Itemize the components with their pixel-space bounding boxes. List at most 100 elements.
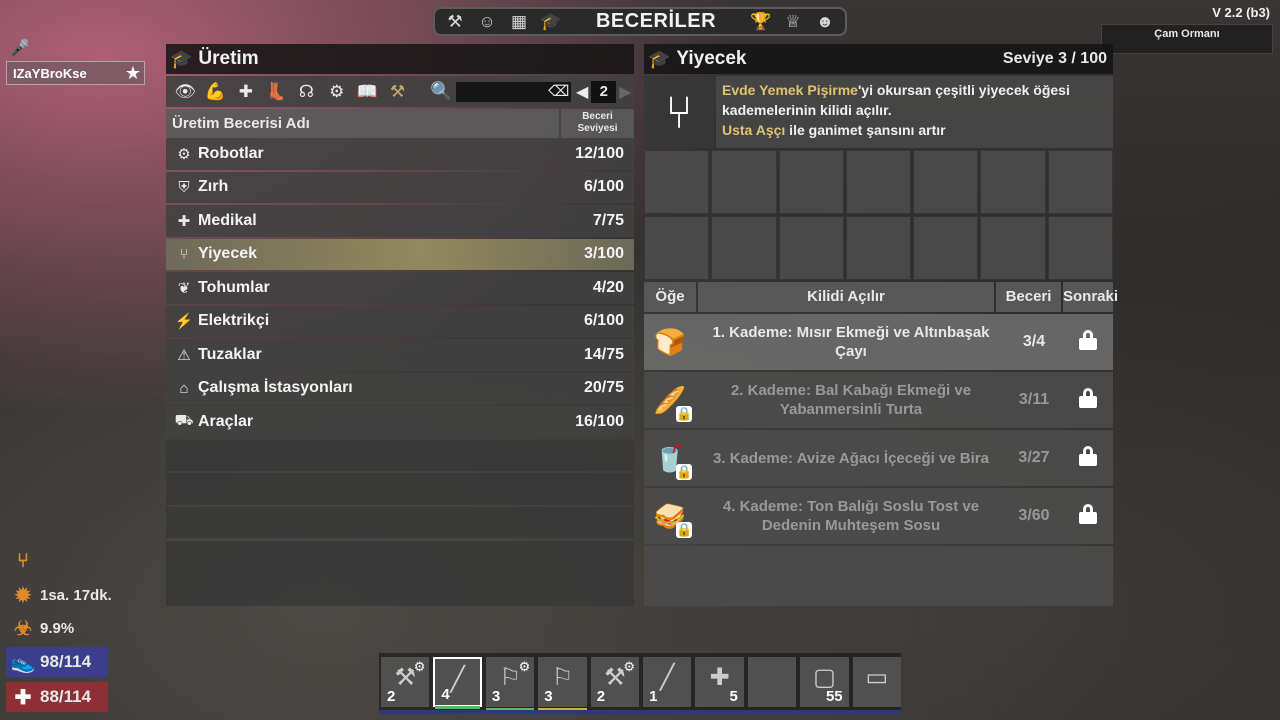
party-icon[interactable]: ☻ bbox=[811, 11, 839, 33]
book-slot[interactable] bbox=[711, 150, 777, 214]
skill-category-icon: ✚ bbox=[177, 212, 191, 230]
book-slot[interactable] bbox=[913, 216, 979, 280]
column-skill-name[interactable]: Üretim Becerisi Adı bbox=[166, 109, 559, 138]
gear-icon[interactable]: ⚙ bbox=[322, 82, 352, 102]
mod-icon: ⚙ bbox=[623, 659, 636, 674]
skill-row[interactable]: ⌂ Çalışma İstasyonları 20/75 bbox=[166, 372, 634, 404]
skill-row[interactable]: ✚ Medikal 7/75 bbox=[166, 205, 634, 237]
book-slot[interactable] bbox=[778, 150, 844, 214]
book-slot[interactable] bbox=[845, 150, 912, 214]
book-slot[interactable] bbox=[1047, 216, 1113, 280]
next-lock-icon bbox=[1062, 503, 1113, 529]
toolbelt-slot[interactable]: ▭ bbox=[852, 657, 902, 707]
search-input[interactable] bbox=[455, 81, 546, 102]
column-skill-level[interactable]: Beceri Seviyesi bbox=[561, 109, 634, 138]
book-slot-grid bbox=[644, 150, 1113, 280]
brain-icon[interactable]: ☊ bbox=[291, 82, 321, 102]
book-slot[interactable] bbox=[644, 216, 710, 280]
lock-icon: 🔒 bbox=[676, 464, 693, 480]
skill-category-icon: ⛟ bbox=[174, 412, 194, 430]
buff-icon: ✹ bbox=[14, 584, 32, 607]
book-slot[interactable] bbox=[980, 216, 1046, 280]
strength-icon[interactable]: 💪 bbox=[200, 82, 230, 102]
book-slot[interactable] bbox=[980, 150, 1046, 214]
hammer-icon[interactable]: ⚒ bbox=[441, 11, 469, 33]
item-count: 1 bbox=[649, 688, 658, 705]
skill-name: Tohumlar bbox=[198, 278, 270, 296]
skill-row[interactable]: ⚡ Elektrikçi 6/100 bbox=[166, 305, 634, 337]
skill-row[interactable]: ⚙ Robotlar 12/100 bbox=[166, 138, 634, 170]
book-slot[interactable] bbox=[711, 216, 777, 280]
toolbelt-slot[interactable]: ╱ 4 bbox=[433, 657, 482, 709]
bread-icon: 🍞 bbox=[653, 326, 687, 357]
unlock-tier-row[interactable]: 🥤 🔒 3. Kademe: Avize Ağacı İçeceği ve Bira… bbox=[644, 430, 1113, 486]
challenges-icon[interactable]: 🏆 bbox=[747, 11, 775, 33]
eye-icon[interactable]: 👁 bbox=[170, 82, 200, 102]
unlock-tier-row[interactable]: 🍞 1. Kademe: Mısır Ekmeği ve Altınbaşak Ç… bbox=[644, 314, 1113, 370]
toolbelt-slot[interactable]: ⚒ ⚙ 2 bbox=[381, 657, 430, 707]
toolbelt-slot[interactable]: ╱ 1 bbox=[643, 657, 692, 707]
skills-nav-bar: ⚒ ☺ ▦ 🎓 BECERİLER 🏆 ♕ ☻ bbox=[433, 7, 847, 36]
skill-row[interactable]: ❦ Tohumlar 4/20 bbox=[166, 272, 634, 304]
player-name: IZaYBroKse bbox=[13, 65, 87, 81]
toolbelt-slot[interactable]: ⚒ ⚙ 2 bbox=[590, 657, 640, 707]
durability-bar bbox=[435, 706, 480, 709]
skill-row[interactable]: ⛨ Zırh 6/100 bbox=[166, 171, 634, 203]
crafting-panel-header: 🎓 Üretim bbox=[166, 44, 634, 74]
skill-row[interactable]: ⛟ Araçlar 16/100 bbox=[166, 406, 634, 438]
skill-row[interactable]: ⚠ Tuzaklar 14/75 bbox=[166, 339, 634, 371]
toolbelt-slot[interactable]: ⚐ ⚙ 3 bbox=[485, 657, 535, 711]
plus-icon[interactable]: ✚ bbox=[231, 82, 261, 102]
toolbelt-slot[interactable] bbox=[747, 657, 797, 707]
unlock-tier-row[interactable]: 🥖 🔒 2. Kademe: Bal Kabağı Ekmeği ve Yabanm… bbox=[644, 372, 1113, 428]
page-next-icon[interactable]: ▶ bbox=[616, 82, 634, 102]
skill-detail-header: 🎓 Yiyecek Seviye 3 / 100 bbox=[644, 44, 1113, 74]
mic-icon: 🎤 bbox=[10, 40, 30, 57]
boot-icon[interactable]: 👢 bbox=[261, 82, 291, 102]
trophy-icon[interactable]: ♕ bbox=[779, 11, 807, 33]
skill-level: 12/100 bbox=[575, 144, 624, 162]
skill-row[interactable]: ⑂ Yiyecek 3/100 bbox=[166, 238, 634, 270]
health-icon: ✚ bbox=[14, 686, 32, 709]
item-count: 4 bbox=[441, 686, 450, 703]
toolbelt-slot[interactable]: ✚ 5 bbox=[695, 657, 744, 707]
empty-skill-row bbox=[166, 506, 634, 538]
book-slot[interactable] bbox=[913, 150, 979, 214]
tier-skill-requirement: 3/11 bbox=[1018, 391, 1050, 408]
food-stat: ⑂ bbox=[6, 546, 40, 576]
map-icon[interactable]: ▦ bbox=[505, 11, 533, 33]
skill-category-icon: ⚡ bbox=[174, 313, 194, 331]
toolbelt-slot[interactable]: ⚐ 3 bbox=[538, 657, 587, 711]
hammer-filter-icon[interactable]: ⚒ bbox=[382, 82, 412, 102]
page-prev-icon[interactable]: ◀ bbox=[573, 82, 591, 102]
clear-search-icon[interactable]: ⌫ bbox=[545, 81, 572, 102]
skill-category-icon: ⛨ bbox=[178, 178, 190, 196]
book-name-link: Evde Yemek Pişirme bbox=[722, 82, 858, 98]
book-slot[interactable] bbox=[644, 150, 710, 214]
skill-name: Tuzaklar bbox=[198, 345, 262, 363]
skills-icon[interactable]: 🎓 bbox=[537, 11, 565, 33]
skill-level: 4/20 bbox=[592, 278, 624, 296]
column-unlocks: Kilidi Açılır bbox=[698, 282, 994, 312]
description-text: Evde Yemek Pişirme'yi okursan çeşitli yi… bbox=[716, 76, 1113, 148]
skill-list-header: Üretim Becerisi Adı Beceri Seviyesi bbox=[166, 109, 634, 138]
search-icon[interactable]: 🔍 bbox=[427, 81, 456, 102]
tier-name: 3. Kademe: Avize Ağacı İçeceği ve Bira bbox=[713, 449, 989, 467]
lock-icon: 🔒 bbox=[676, 406, 693, 422]
book-slot[interactable] bbox=[778, 216, 844, 280]
unlock-tier-row[interactable]: 🥪 🔒 4. Kademe: Ton Balığı Soslu Tost ve De… bbox=[644, 488, 1113, 544]
toolbelt-slot[interactable]: ▢ 55 bbox=[800, 657, 849, 707]
book-slot[interactable] bbox=[1047, 150, 1113, 214]
stamina-bar: 👟 98/114 bbox=[6, 647, 108, 677]
next-lock-icon bbox=[1062, 445, 1113, 471]
infection-text: 9.9% bbox=[40, 619, 75, 637]
lock-icon: 🔒 bbox=[676, 522, 693, 538]
next-lock-icon bbox=[1062, 329, 1113, 355]
character-icon[interactable]: ☺ bbox=[473, 11, 501, 33]
graduation-cap-icon: 🎓 bbox=[648, 48, 671, 69]
skill-list-empty-area bbox=[166, 541, 634, 606]
empty-skill-row bbox=[166, 439, 634, 471]
book-icon[interactable]: 📖 bbox=[352, 82, 382, 102]
tier-name: 4. Kademe: Ton Balığı Soslu Tost ve Dede… bbox=[722, 498, 980, 534]
book-slot[interactable] bbox=[845, 216, 912, 280]
